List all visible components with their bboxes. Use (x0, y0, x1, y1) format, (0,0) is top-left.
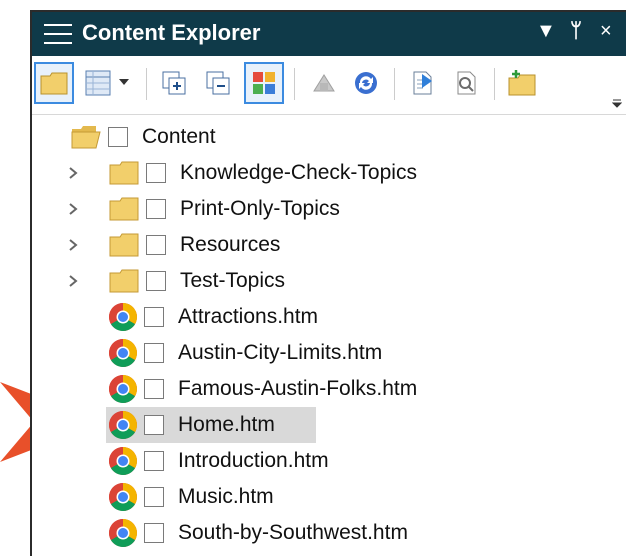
title-bar: Content Explorer ▼ ᛘ × (32, 12, 626, 56)
tree-file-item[interactable]: Famous-Austin-Folks.htm (108, 372, 417, 406)
toolbar-separator (394, 68, 395, 100)
folder-icon (109, 197, 139, 221)
chevron-right-icon[interactable] (66, 274, 80, 288)
new-folder-button[interactable] (502, 62, 542, 104)
checkbox[interactable] (144, 379, 164, 399)
hamburger-menu-icon[interactable] (44, 24, 72, 46)
toolbar-separator (146, 68, 147, 100)
tree-folder-item[interactable]: Print-Only-Topics (108, 192, 340, 226)
checkbox[interactable] (144, 487, 164, 507)
pin-icon[interactable]: ᛘ (570, 20, 582, 43)
checkbox[interactable] (108, 127, 128, 147)
tree-item-label: Print-Only-Topics (180, 197, 340, 220)
folder-view-button[interactable] (34, 62, 74, 104)
overflow-chevron-icon[interactable] (612, 98, 622, 108)
tree-item-label: Attractions.htm (178, 305, 319, 328)
refresh-button[interactable] (346, 62, 386, 104)
checkbox[interactable] (146, 235, 166, 255)
content-tree: Content Knowledge-Check-Topics Print-Only-… (32, 116, 626, 556)
tree-item-label: Resources (180, 233, 281, 256)
color-grid-icon (253, 72, 275, 94)
folder-icon (109, 233, 139, 257)
toolbar-separator (494, 68, 495, 100)
collapse-all-button[interactable] (198, 62, 238, 104)
chrome-icon (109, 339, 137, 367)
tree-item-label: Famous-Austin-Folks.htm (178, 377, 418, 400)
toolbar (32, 56, 626, 115)
checkbox[interactable] (144, 415, 164, 435)
tree-file-item[interactable]: Austin-City-Limits.htm (108, 336, 382, 370)
toolbar-separator (294, 68, 295, 100)
chevron-right-icon[interactable] (66, 238, 80, 252)
document-search-button[interactable] (446, 62, 486, 104)
chevron-right-icon[interactable] (66, 202, 80, 216)
checkbox[interactable] (146, 163, 166, 183)
chrome-icon (109, 483, 137, 511)
tree-item-label: Test-Topics (180, 269, 286, 292)
expand-all-button[interactable] (154, 62, 194, 104)
close-icon[interactable]: × (600, 20, 612, 43)
checkbox[interactable] (146, 199, 166, 219)
checkbox[interactable] (144, 343, 164, 363)
chrome-icon (109, 303, 137, 331)
folder-icon (109, 269, 139, 293)
folder-icon (40, 72, 68, 95)
tree-file-item[interactable]: Music.htm (108, 480, 274, 514)
checkbox[interactable] (144, 451, 164, 471)
tree-item-label: Knowledge-Check-Topics (180, 161, 417, 184)
tree-file-item[interactable]: South-by-Southwest.htm (108, 516, 408, 550)
disabled-action-button[interactable] (304, 62, 344, 104)
tree-file-item[interactable]: Attractions.htm (108, 300, 318, 334)
window-title: Content Explorer (82, 20, 261, 45)
tree-file-item[interactable]: Introduction.htm (108, 444, 329, 478)
document-arrow-icon (413, 71, 432, 95)
tree-item-label: Introduction.htm (178, 449, 329, 472)
chrome-icon (109, 375, 137, 403)
content-explorer-panel: Content Explorer ▼ ᛘ × Content Knowledge… (30, 10, 626, 556)
color-filter-button[interactable] (244, 62, 284, 104)
tree-item-label: Content (142, 125, 216, 148)
chevron-down-icon (119, 79, 129, 85)
grid-view-icon (85, 70, 111, 96)
dropdown-arrow-icon[interactable]: ▼ (536, 20, 556, 43)
tree-item-label: Austin-City-Limits.htm (178, 341, 383, 364)
tree-folder-item[interactable]: Resources (108, 228, 280, 262)
refresh-icon (355, 72, 377, 94)
open-folder-icon (71, 126, 101, 149)
collapse-all-icon (206, 71, 230, 95)
disabled-action-icon (313, 74, 335, 92)
chrome-icon (109, 411, 137, 439)
tree-folder-item[interactable]: Knowledge-Check-Topics (108, 156, 417, 190)
tree-root-content[interactable]: Content (70, 120, 216, 154)
tree-folder-item[interactable]: Test-Topics (108, 264, 285, 298)
checkbox[interactable] (144, 307, 164, 327)
chrome-icon (109, 519, 137, 547)
tree-item-label: Home.htm (178, 413, 275, 436)
grid-view-button[interactable] (78, 62, 118, 104)
document-arrow-button[interactable] (402, 62, 442, 104)
tree-file-item[interactable]: Home.htm (108, 408, 275, 442)
document-search-icon (457, 71, 476, 95)
grid-view-dropdown[interactable] (116, 62, 132, 104)
checkbox[interactable] (144, 523, 164, 543)
tree-item-label: South-by-Southwest.htm (178, 521, 408, 544)
tree-item-label: Music.htm (178, 485, 274, 508)
chevron-right-icon[interactable] (66, 166, 80, 180)
new-folder-icon (508, 70, 536, 96)
folder-icon (109, 161, 139, 185)
checkbox[interactable] (146, 271, 166, 291)
chrome-icon (109, 447, 137, 475)
expand-all-icon (162, 71, 186, 95)
